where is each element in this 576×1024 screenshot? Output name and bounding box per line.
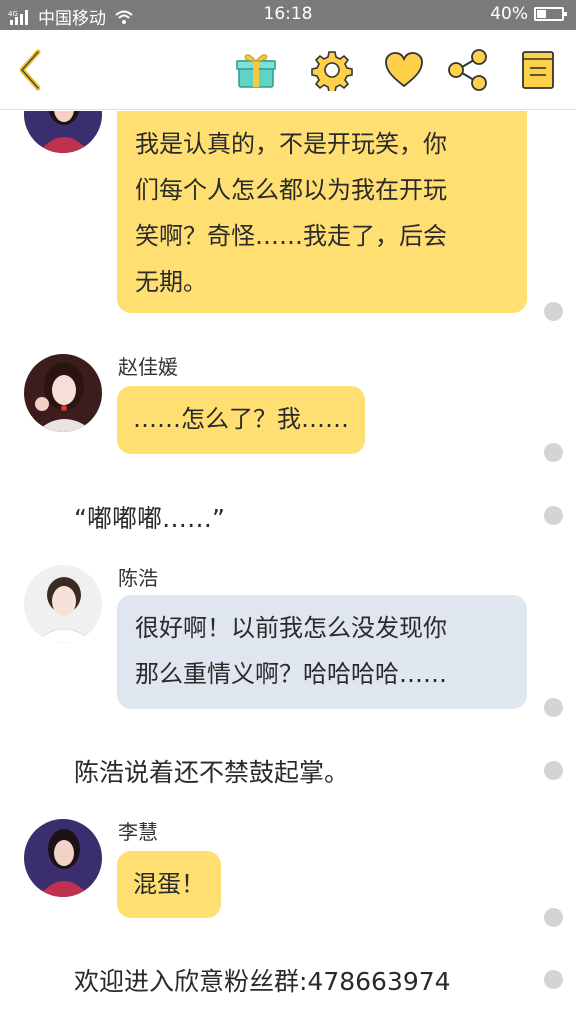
- comment-dot[interactable]: [544, 302, 563, 321]
- gift-button[interactable]: [232, 46, 280, 94]
- book-button[interactable]: [514, 46, 562, 94]
- narration-text: 陈浩说着还不禁鼓起掌。: [74, 758, 350, 787]
- favorite-button[interactable]: [380, 46, 428, 94]
- bubble-line: 那么重情义啊？哈哈哈哈……: [135, 660, 447, 688]
- comment-dot[interactable]: [544, 506, 563, 525]
- speaker-name: 赵佳媛: [118, 355, 178, 379]
- book-icon: [522, 51, 554, 89]
- gift-icon: [236, 54, 276, 88]
- avatar[interactable]: [24, 354, 102, 432]
- avatar-image: [24, 111, 102, 153]
- speaker-name: 李慧: [118, 820, 158, 844]
- back-button[interactable]: [6, 46, 54, 94]
- bubble-line: 们每个人怎么都以为我在开玩: [135, 176, 447, 204]
- comment-dot[interactable]: [544, 698, 563, 717]
- heart-icon: [385, 52, 423, 88]
- message-bubble[interactable]: ……怎么了？我……: [117, 386, 365, 454]
- comment-dot[interactable]: [544, 761, 563, 780]
- bubble-line: ……怎么了？我……: [133, 405, 349, 433]
- avatar-image: [24, 354, 102, 432]
- message-bubble[interactable]: 我是认真的，不是开玩笑，你 们每个人怎么都以为我在开玩 笑啊？奇怪……我走了，后…: [117, 111, 527, 313]
- bubble-line: 很好啊！以前我怎么没发现你: [135, 614, 447, 642]
- bubble-line: 无期。: [135, 268, 207, 296]
- settings-button[interactable]: [308, 46, 356, 94]
- comment-dot[interactable]: [544, 970, 563, 989]
- chat-area[interactable]: 我是认真的，不是开玩笑，你 们每个人怎么都以为我在开玩 笑啊？奇怪……我走了，后…: [0, 111, 576, 1024]
- avatar[interactable]: [24, 565, 102, 643]
- battery-percent: 40%: [490, 4, 528, 24]
- comment-dot[interactable]: [544, 443, 563, 462]
- share-button[interactable]: [444, 46, 492, 94]
- avatar[interactable]: [24, 111, 102, 153]
- battery-icon: [534, 7, 567, 21]
- message-bubble[interactable]: 很好啊！以前我怎么没发现你 那么重情义啊？哈哈哈哈……: [117, 595, 527, 709]
- status-bar: 4G 中国移动 16:18 40%: [0, 0, 576, 30]
- avatar-image: [24, 565, 102, 643]
- bubble-line: 笑啊？奇怪……我走了，后会: [135, 222, 447, 250]
- comment-dot[interactable]: [544, 908, 563, 927]
- share-icon: [448, 49, 487, 91]
- bubble-line: 我是认真的，不是开玩笑，你: [135, 130, 447, 158]
- message-bubble[interactable]: 混蛋！: [117, 851, 221, 918]
- back-arrow-icon: [19, 49, 41, 91]
- narration-text: 欢迎进入欣意粉丝群:478663974: [74, 967, 451, 996]
- narration-text: “嘟嘟嘟……”: [74, 504, 225, 533]
- speaker-name: 陈浩: [118, 566, 158, 590]
- status-right: 40%: [490, 4, 567, 24]
- toolbar: [0, 30, 576, 110]
- bubble-line: 混蛋！: [133, 870, 205, 898]
- gear-icon: [311, 51, 353, 91]
- avatar[interactable]: [24, 819, 102, 897]
- avatar-image: [24, 819, 102, 897]
